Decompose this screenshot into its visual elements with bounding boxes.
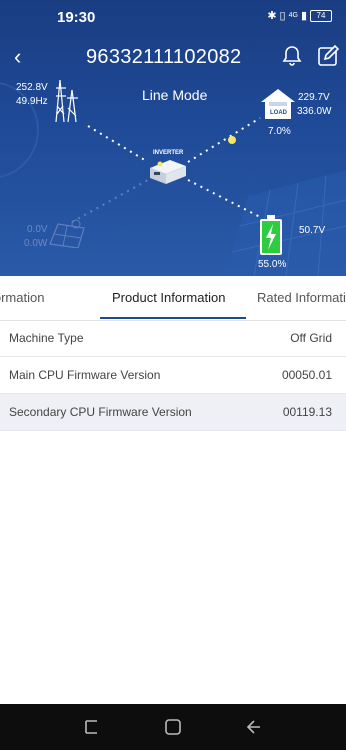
network-type: 4G xyxy=(288,12,298,19)
row-value: 00050.01 xyxy=(281,368,332,382)
table-row: Machine Type Off Grid xyxy=(0,320,346,357)
load-icon-label: LOAD xyxy=(270,110,287,116)
row-value: 00119.13 xyxy=(282,405,332,419)
status-battery: 74 xyxy=(310,9,332,22)
active-tab-indicator xyxy=(100,317,246,319)
battery-voltage: 50.7V xyxy=(299,225,326,236)
recent-apps-icon[interactable] xyxy=(80,716,102,738)
operating-mode: Line Mode xyxy=(142,87,208,103)
solar-panel-icon xyxy=(49,219,85,248)
grid-tower-icon xyxy=(55,80,78,122)
battery-percent: 55.0% xyxy=(258,259,287,270)
bell-icon[interactable] xyxy=(280,44,304,68)
load-power: 336.0W xyxy=(297,106,332,117)
status-time: 19:30 xyxy=(57,9,96,26)
bluetooth-icon: ✱ xyxy=(267,10,277,22)
header: ‹ 96332111102082 xyxy=(0,42,346,76)
product-info-list: Machine Type Off Grid Main CPU Firmware … xyxy=(0,320,346,431)
inverter-label: INVERTER xyxy=(153,150,184,156)
battery-icon xyxy=(260,215,282,255)
pv-voltage: 0.0V xyxy=(27,224,48,235)
edit-icon[interactable] xyxy=(316,44,340,68)
load-percent: 7.0% xyxy=(268,126,291,137)
home-icon[interactable] xyxy=(162,716,184,738)
tab-product-information[interactable]: Product Information xyxy=(112,290,225,305)
status-bar: 19:30 ✱ ▯ 4G ▮ 74 xyxy=(0,0,346,34)
pv-power: 0.0W xyxy=(24,238,48,249)
row-key: Machine Type xyxy=(9,331,84,345)
system-nav-bar xyxy=(0,704,346,750)
row-key: Main CPU Firmware Version xyxy=(9,368,161,382)
signal-icon: ▮ xyxy=(300,10,307,22)
device-id: 96332111102082 xyxy=(86,46,242,68)
back-nav-icon[interactable] xyxy=(244,716,266,738)
load-voltage: 229.7V xyxy=(298,92,330,103)
inverter-icon xyxy=(150,160,186,184)
table-row: Secondary CPU Firmware Version 00119.13 xyxy=(0,394,346,431)
info-tabs: Basic Information Product Information Ra… xyxy=(0,276,346,321)
table-row: Main CPU Firmware Version 00050.01 xyxy=(0,357,346,394)
row-key: Secondary CPU Firmware Version xyxy=(9,405,192,419)
row-value: Off Grid xyxy=(290,331,332,345)
vibrate-icon: ▯ xyxy=(279,10,286,22)
grid-voltage: 252.8V xyxy=(16,82,48,93)
energy-flow-panel: LOAD INVERTER 252.8V 49.9Hz Line Mode 22… xyxy=(0,0,346,276)
back-icon[interactable]: ‹ xyxy=(14,44,36,70)
tab-basic-information[interactable]: Basic Information xyxy=(0,290,44,305)
grid-frequency: 49.9Hz xyxy=(16,96,48,107)
status-icons: ✱ ▯ 4G ▮ 74 xyxy=(267,9,332,22)
tab-rated-information[interactable]: Rated Information xyxy=(257,290,346,305)
